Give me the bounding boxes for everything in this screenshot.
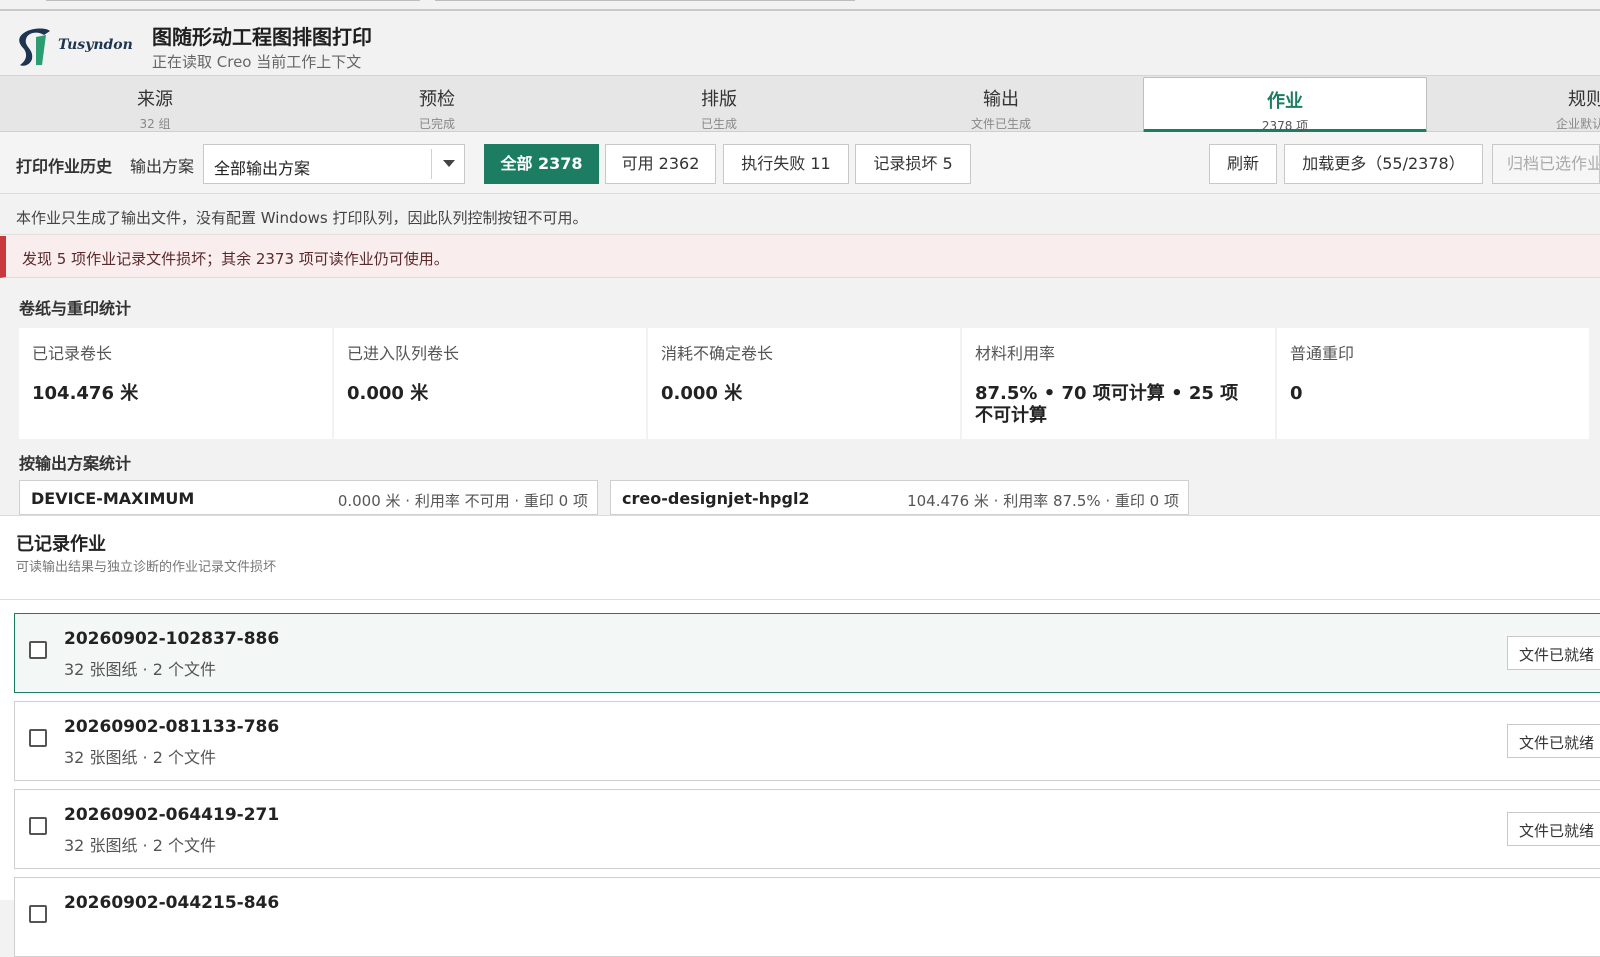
stat-value: 104.476 米 (32, 383, 139, 404)
tab-layout[interactable]: 排版 已生成 (578, 76, 860, 132)
plan-select[interactable]: 全部输出方案 (203, 144, 465, 184)
stat-label: 已进入队列卷长 (347, 344, 460, 363)
filter-all-button[interactable]: 全部 2378 (484, 144, 599, 184)
job-id: 20260902-081133-786 (64, 717, 280, 737)
tab-output[interactable]: 输出 文件已生成 (860, 76, 1142, 132)
stat-value: 87.5% • 70 项可计算 • 25 项不可计算 (975, 383, 1239, 426)
job-status-badge[interactable]: 文件已就绪 (1507, 812, 1600, 846)
tab-sublabel: 文件已生成 (970, 117, 1031, 131)
recorded-jobs-panel: 已记录作业 可读输出结果与独立诊断的作业记录文件损坏 20260902-1028… (0, 515, 1600, 957)
plan-summary-chip: creo-designjet-hpgl2 104.476 米 · 利用率 87.… (610, 480, 1189, 515)
stat-label: 普通重印 (1290, 344, 1355, 363)
job-status-badge[interactable]: 文件已就绪 (1507, 724, 1600, 758)
job-row[interactable]: 20260902-081133-786 32 张图纸 · 2 个文件 文件已就绪 (14, 701, 1600, 781)
app-header: Tusyndon 图随形动工程图排图打印 正在读取 Creo 当前工作上下文 (0, 11, 1600, 76)
job-id: 20260902-064419-271 (64, 805, 280, 825)
job-row[interactable]: 20260902-102837-886 32 张图纸 · 2 个文件 文件已就绪 (14, 613, 1600, 693)
tab-label: 输出 (983, 89, 1019, 110)
stat-label: 材料利用率 (975, 344, 1056, 363)
stat-value: 0.000 米 (661, 383, 743, 404)
job-row[interactable]: 20260902-044215-846 (14, 877, 1600, 957)
plan-select-value: 全部输出方案 (214, 159, 311, 178)
stat-value: 0 (1290, 383, 1303, 404)
job-meta: 32 张图纸 · 2 个文件 (64, 660, 216, 679)
tab-source[interactable]: 来源 32 组 (14, 76, 296, 132)
plan-name: DEVICE-MAXIMUM (31, 489, 195, 508)
filter-available-button[interactable]: 可用 2362 (605, 144, 716, 184)
job-meta: 32 张图纸 · 2 个文件 (64, 748, 216, 767)
filter-failed-button[interactable]: 执行失败 11 (723, 144, 849, 184)
brand-name: Tusyndon (58, 37, 133, 53)
stats-cards: 已记录卷长 104.476 米 已进入队列卷长 0.000 米 消耗不确定卷长 … (19, 328, 1600, 439)
tab-label: 规则 (1568, 89, 1600, 110)
app-title: 图随形动工程图排图打印 (152, 25, 372, 49)
job-checkbox[interactable] (29, 729, 47, 747)
tab-precheck[interactable]: 预检 已完成 (296, 76, 578, 132)
stat-card-utilization: 材料利用率 87.5% • 70 项可计算 • 25 项不可计算 (962, 328, 1275, 439)
jobs-title: 已记录作业 (16, 534, 106, 555)
tab-sublabel: 32 组 (139, 117, 171, 131)
plan-summary-chip: DEVICE-MAXIMUM 0.000 米 · 利用率 不可用 · 重印 0 … (19, 480, 598, 515)
stats-section-title: 卷纸与重印统计 (19, 299, 132, 318)
job-id: 20260902-102837-886 (64, 629, 280, 649)
plan-detail: 0.000 米 · 利用率 不可用 · 重印 0 项 (337, 492, 588, 510)
stat-label: 已记录卷长 (32, 344, 113, 363)
plan-detail: 104.476 米 · 利用率 87.5% · 重印 0 项 (907, 492, 1179, 510)
plan-name: creo-designjet-hpgl2 (622, 489, 810, 508)
stat-card-recorded-length: 已记录卷长 104.476 米 (19, 328, 332, 439)
tab-label: 预检 (419, 89, 455, 110)
top-tab-outline (46, 0, 420, 1)
tab-label: 作业 (1267, 91, 1303, 112)
app-subtitle: 正在读取 Creo 当前工作上下文 (152, 53, 362, 71)
jobs-subtitle: 可读输出结果与独立诊断的作业记录文件损坏 (16, 560, 277, 575)
divider (0, 599, 1600, 600)
tab-sublabel: 企业默认 (1555, 117, 1600, 131)
refresh-button[interactable]: 刷新 (1209, 144, 1277, 184)
job-status-badge[interactable]: 文件已就绪 (1507, 636, 1600, 670)
tab-label: 来源 (137, 89, 173, 110)
tab-sublabel: 已完成 (418, 117, 455, 131)
job-meta: 32 张图纸 · 2 个文件 (64, 836, 216, 855)
tab-label: 排版 (701, 89, 737, 110)
load-more-button[interactable]: 加载更多（55/2378） (1284, 144, 1483, 184)
filter-corrupt-button[interactable]: 记录损坏 5 (855, 144, 971, 184)
job-toolbar: 打印作业历史 输出方案 全部输出方案 全部 2378 可用 2362 执行失败 … (0, 132, 1600, 194)
logo-icon (19, 28, 50, 66)
stat-card-uncertain-length: 消耗不确定卷长 0.000 米 (648, 328, 960, 439)
by-plan-section-title: 按输出方案统计 (19, 454, 132, 473)
history-label: 打印作业历史 (16, 157, 113, 176)
job-row[interactable]: 20260902-064419-271 32 张图纸 · 2 个文件 文件已就绪 (14, 789, 1600, 869)
stat-card-reprints: 普通重印 0 (1277, 328, 1589, 439)
tab-sublabel: 已生成 (700, 117, 737, 131)
corrupt-records-alert: 发现 5 项作业记录文件损坏；其余 2373 项可读作业仍可使用。 (0, 236, 1600, 278)
chevron-down-icon (443, 160, 455, 167)
window-top-strip (0, 0, 1600, 11)
tab-rules[interactable]: 规则 企业默认 (1427, 76, 1600, 132)
select-divider (431, 149, 432, 179)
stat-label: 消耗不确定卷长 (661, 344, 774, 363)
job-checkbox[interactable] (29, 817, 47, 835)
queue-notice: 本作业只生成了输出文件，没有配置 Windows 打印队列，因此队列控制按钮不可… (0, 195, 1600, 235)
plan-label: 输出方案 (130, 157, 195, 176)
stat-value: 0.000 米 (347, 383, 429, 404)
stat-card-queued-length: 已进入队列卷长 0.000 米 (334, 328, 646, 439)
brand-logo: Tusyndon (16, 25, 141, 67)
job-checkbox[interactable] (29, 905, 47, 923)
archive-selected-button[interactable]: 归档已选作业 (1492, 144, 1600, 184)
job-checkbox[interactable] (29, 641, 47, 659)
job-id: 20260902-044215-846 (64, 893, 280, 913)
top-tab-outline (435, 0, 855, 1)
tab-jobs[interactable]: 作业 2378 项 (1143, 77, 1427, 133)
workflow-tabs: 来源 32 组 预检 已完成 排版 已生成 输出 文件已生成 作业 2378 项… (0, 76, 1600, 133)
